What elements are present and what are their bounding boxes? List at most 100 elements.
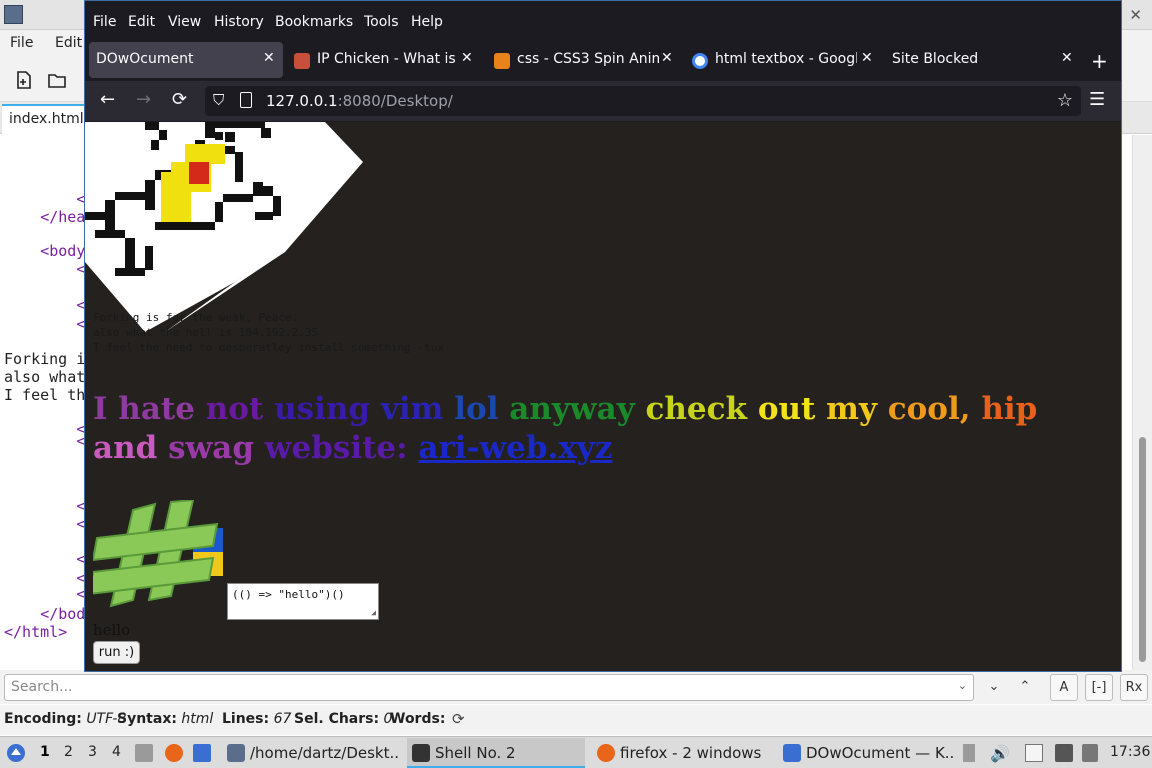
task-label: Shell No. 2 [435, 744, 516, 762]
code-line: I feel th [4, 386, 86, 404]
editor-scrollbar-thumb[interactable] [1139, 437, 1146, 662]
firefox-menu-history[interactable]: History [214, 14, 264, 30]
code-line: Forking i [4, 350, 86, 368]
code-line: </hea [40, 208, 86, 226]
task-label: /home/dartz/Deskt... [250, 744, 400, 762]
rainbow-word: cool, [887, 391, 982, 427]
editor-tab-index-html[interactable]: index.html [2, 104, 88, 134]
new-tab-button[interactable]: + [1091, 49, 1108, 73]
shield-icon[interactable]: ⛉ [213, 91, 224, 109]
editor-menu-file[interactable]: File [10, 35, 33, 51]
chicken-icon [294, 53, 310, 69]
search-input[interactable]: Search... ⌄ [4, 674, 974, 701]
bookmark-star-icon[interactable]: ☆ [1057, 90, 1073, 111]
task-label: DOwOcument — K... [806, 744, 956, 762]
volume-icon[interactable]: 🔊 [990, 744, 1010, 763]
firefox-menu-file[interactable]: File [93, 14, 116, 30]
status-syntax: Syntax: html [117, 711, 214, 727]
editor-search-bar: Search... ⌄ ⌄ ⌃ A [-] Rx [0, 670, 1152, 704]
close-icon[interactable]: ✕ [263, 50, 275, 66]
close-icon[interactable]: ✕ [661, 50, 673, 66]
firefox-menu-view[interactable]: View [168, 14, 201, 30]
folder-icon [227, 744, 245, 762]
rainbow-word: lol [454, 391, 510, 427]
rainbow-word: vim [380, 391, 455, 427]
kate-icon [783, 744, 801, 762]
firefox-icon [597, 744, 615, 762]
resize-grip-icon[interactable]: ◢ [371, 608, 376, 617]
tab-site-blocked[interactable]: Site Blocked ✕ [885, 42, 1081, 78]
task-label: firefox - 2 windows [620, 744, 762, 762]
tab-html-textbox[interactable]: html textbox - Google ✕ [685, 42, 881, 78]
task-shell[interactable]: Shell No. 2 [407, 738, 585, 768]
code-textbox-value: (() => "hello")() [232, 588, 345, 601]
firefox-tabbar: DOwOcument ✕ IP Chicken - What is m ✕ cs… [85, 39, 1121, 81]
tab-dowocument[interactable]: DOwOcument ✕ [89, 42, 283, 78]
code-line: also what [4, 368, 86, 386]
tab-title: Site Blocked [892, 51, 979, 67]
workspace-3[interactable]: 3 [88, 744, 97, 760]
battery-icon[interactable] [1082, 744, 1098, 762]
rainbow-word: I [93, 391, 119, 427]
website-link[interactable]: ari-web.xyz [418, 430, 612, 466]
rainbow-word: swag [168, 430, 265, 466]
match-case-button[interactable]: A [1050, 674, 1078, 701]
close-icon[interactable]: ✕ [1129, 6, 1142, 24]
editor-menu-edit[interactable]: Edit [55, 35, 82, 51]
close-icon[interactable]: ✕ [1061, 50, 1073, 66]
firefox-menu-edit[interactable]: Edit [128, 14, 155, 30]
refresh-icon[interactable]: ⟳ [452, 710, 465, 728]
new-file-icon[interactable] [14, 70, 34, 90]
rainbow-word: check [645, 391, 758, 427]
chevron-down-icon[interactable]: ⌄ [958, 679, 967, 692]
dancing-banana-image [85, 122, 363, 332]
back-icon[interactable]: ← [100, 89, 115, 110]
run-button[interactable]: run :) [93, 641, 140, 664]
workspace-4[interactable]: 4 [112, 744, 121, 760]
find-next-button[interactable]: ⌄ [980, 674, 1008, 701]
desktop-icon[interactable] [193, 744, 211, 762]
status-words: Words: [390, 711, 446, 727]
forward-icon[interactable]: → [136, 89, 151, 110]
firefox-menu-bookmarks[interactable]: Bookmarks [275, 14, 353, 30]
task-kate[interactable]: DOwOcument — K... [778, 738, 956, 768]
workspace-1[interactable]: 1 [40, 744, 50, 760]
reload-icon[interactable]: ⟳ [172, 89, 187, 110]
tab-title: html textbox - Google [715, 51, 857, 67]
web-page-content: Forking is for the weak. Peace. also wha… [85, 122, 1121, 671]
page-icon [240, 92, 252, 108]
editor-statusbar: Encoding: UTF-8 Syntax: html Lines: 67 S… [0, 705, 1152, 735]
app-launcher-icon[interactable] [6, 743, 26, 763]
file-manager-icon[interactable] [135, 744, 153, 762]
firefox-menu-help[interactable]: Help [411, 14, 443, 30]
url-bar[interactable]: ⛉ 127.0.0.1:8080/Desktop/ ☆ [205, 86, 1081, 116]
code-textbox[interactable]: (() => "hello")() ◢ [227, 583, 379, 620]
terminal-icon [412, 744, 430, 762]
tab-ip-chicken[interactable]: IP Chicken - What is m ✕ [287, 42, 483, 78]
hamburger-menu-icon[interactable]: ☰ [1089, 89, 1105, 110]
output-text: hello [93, 621, 131, 639]
clipboard-icon[interactable] [1025, 744, 1043, 762]
network-icon[interactable] [1055, 744, 1073, 762]
find-previous-button[interactable]: ⌃ [1011, 674, 1039, 701]
url-text[interactable]: 127.0.0.1:8080/Desktop/ [266, 92, 453, 110]
open-folder-icon[interactable] [47, 70, 67, 90]
code-line: </bod [40, 605, 86, 623]
close-icon[interactable]: ✕ [461, 50, 473, 66]
whole-words-button[interactable]: [-] [1085, 674, 1113, 701]
clock[interactable]: 17:36 [1110, 744, 1150, 760]
rainbow-word: and [93, 430, 169, 466]
tab-css-spin[interactable]: css - CSS3 Spin Anim ✕ [487, 42, 683, 78]
task-firefox[interactable]: firefox - 2 windows [592, 738, 772, 768]
rainbow-word: not [205, 391, 275, 427]
firefox-launcher-icon[interactable] [165, 744, 183, 762]
status-encoding: Encoding: UTF-8 [4, 711, 127, 727]
editor-scrollbar[interactable] [1132, 135, 1152, 670]
task-file-manager[interactable]: /home/dartz/Deskt... [222, 738, 400, 768]
hash-logo-image [93, 500, 223, 608]
close-icon[interactable]: ✕ [861, 50, 873, 66]
workspace-2[interactable]: 2 [64, 744, 73, 760]
google-icon [692, 53, 708, 69]
firefox-menu-tools[interactable]: Tools [364, 14, 399, 30]
regex-button[interactable]: Rx [1120, 674, 1148, 701]
